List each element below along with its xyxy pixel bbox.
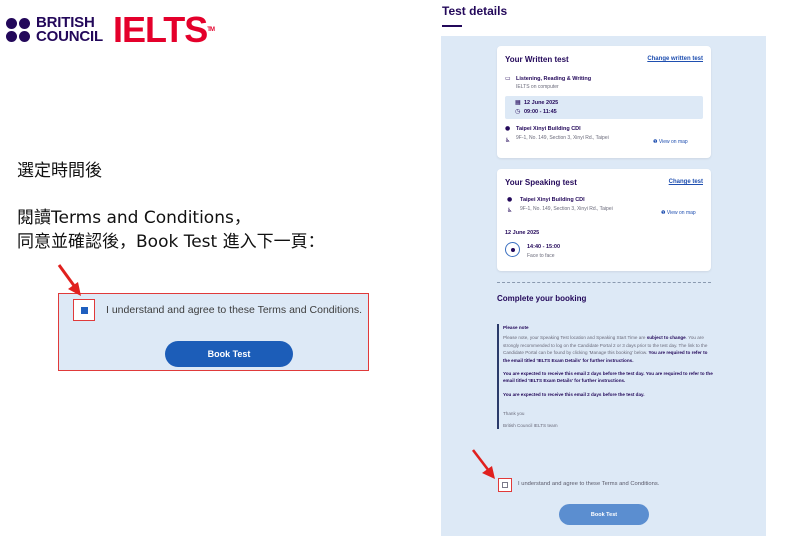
written-view-on-map-link[interactable]: ❶ View on map	[653, 139, 688, 145]
note-paragraph-2: You are expected to receive this email 2…	[503, 371, 713, 384]
written-test-mode: IELTS on computer	[516, 84, 559, 90]
speaking-slot-radio[interactable]	[505, 242, 520, 257]
accessibility-icon: ♿	[505, 137, 511, 144]
book-test-button-zoomed[interactable]: Book Test	[165, 341, 293, 367]
terms-label-zoomed: I understand and agree to these Terms an…	[106, 304, 363, 316]
written-test-title: Your Written test	[505, 55, 569, 64]
instruction-step1: 選定時間後	[17, 161, 102, 181]
book-test-button[interactable]: Book Test	[559, 504, 649, 525]
note-heading: Please note	[503, 325, 529, 330]
written-time: 09:00 - 11:45	[524, 109, 557, 115]
ielts-wordmark: IELTSTM	[112, 9, 215, 50]
map-info-icon: ❶	[661, 210, 666, 216]
instruction-step2-line2: 同意並確認後，Book Test 進入下一頁：	[17, 232, 325, 252]
british-council-ielts-logo: BRITISH COUNCIL IELTSTM	[6, 9, 215, 50]
note-thanks: Thank you	[503, 411, 525, 417]
complete-booking-heading: Complete your booking	[497, 294, 587, 303]
location-pin-icon: ●	[507, 196, 513, 203]
map-info-icon: ❶	[653, 139, 658, 145]
instruction-step2-line1: 閱讀Terms and Conditions，	[17, 208, 251, 228]
written-date: 12 June 2025	[524, 100, 559, 106]
monitor-icon: ▭	[505, 75, 511, 82]
heading-underline	[442, 25, 462, 27]
speaking-venue: Taipei Xinyi Building CDI	[520, 197, 585, 203]
written-address: 9F-1, No. 149, Section 3, Xinyi Rd., Tai…	[516, 135, 609, 141]
speaking-test-title: Your Speaking test	[505, 178, 577, 187]
terms-checkbox[interactable]	[498, 478, 512, 492]
speaking-test-card: Your Speaking test Change test ● Taipei …	[497, 169, 711, 271]
brand-name: BRITISH COUNCIL	[36, 14, 103, 45]
section-divider	[497, 282, 711, 283]
red-arrow-icon	[470, 447, 498, 481]
accessibility-icon: ♿	[507, 207, 513, 214]
red-arrow-icon	[55, 262, 85, 298]
written-date-box: ▦ 12 June 2025 ◷ 09:00 - 11:45	[505, 96, 703, 119]
note-signature: British Council IELTS team	[503, 422, 558, 428]
british-council-dots-icon	[6, 18, 30, 42]
change-written-test-link[interactable]: Change written test	[647, 56, 703, 62]
speaking-view-on-map-link[interactable]: ❶ View on map	[661, 210, 696, 216]
change-speaking-test-link[interactable]: Change test	[669, 179, 703, 185]
speaking-address: 9F-1, No. 149, Section 3, Xinyi Rd., Tai…	[520, 206, 613, 212]
note-paragraph-1: Please note, your Speaking Test location…	[503, 335, 708, 363]
written-test-type: Listening, Reading & Writing	[516, 76, 592, 82]
terms-label: I understand and agree to these Terms an…	[518, 481, 660, 487]
please-note-box: Please note Please note, your Speaking T…	[497, 324, 715, 430]
written-venue: Taipei Xinyi Building CDI	[516, 126, 581, 132]
terms-checkbox-zoomed[interactable]	[73, 299, 95, 321]
test-details-heading: Test details	[442, 4, 508, 18]
speaking-format: Face to face	[527, 253, 555, 259]
clock-icon: ◷	[515, 108, 521, 115]
speaking-date: 12 June 2025	[505, 230, 540, 236]
note-paragraph-3: You are expected to receive this email 2…	[503, 391, 645, 397]
written-test-card: Your Written test Change written test ▭ …	[497, 46, 711, 158]
calendar-icon: ▦	[515, 99, 521, 106]
location-pin-icon: ●	[505, 125, 511, 132]
speaking-time: 14:40 - 15:00	[527, 244, 561, 250]
